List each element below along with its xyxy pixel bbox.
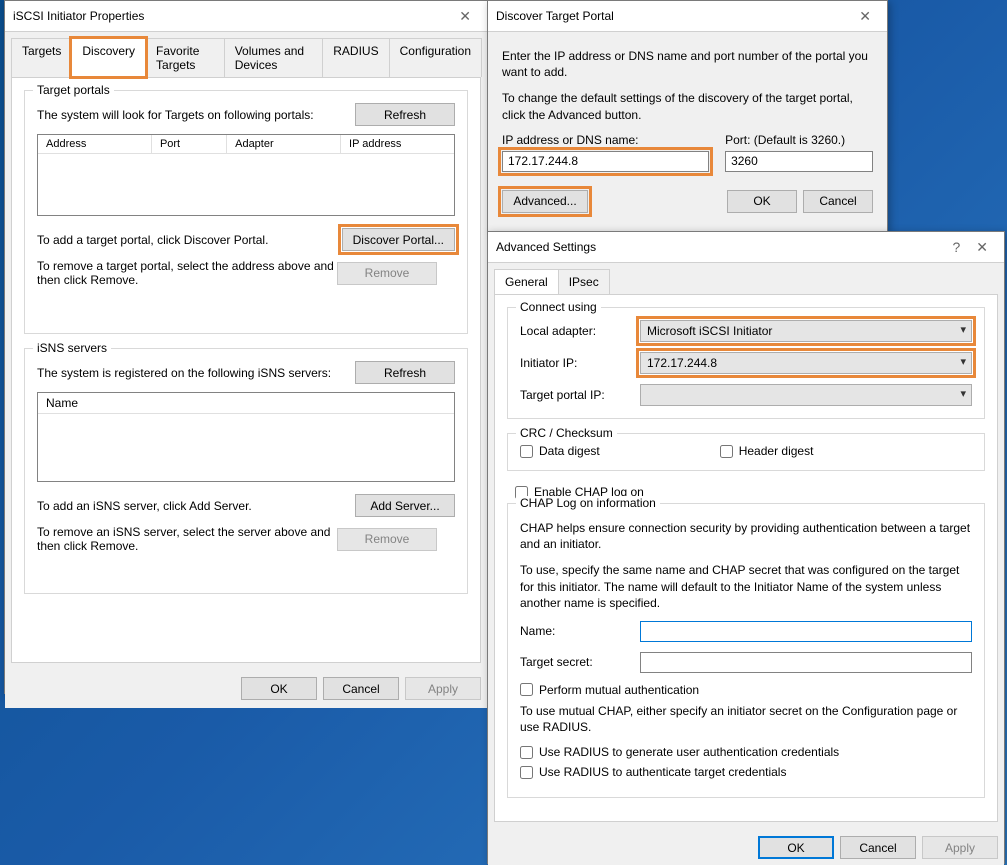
intro-text-1: Enter the IP address or DNS name and por… <box>502 48 873 80</box>
remove-portal-text: To remove a target portal, select the ad… <box>37 259 337 287</box>
advanced-button[interactable]: Advanced... <box>502 190 588 213</box>
port-input[interactable] <box>725 151 873 172</box>
target-secret-label: Target secret: <box>520 655 640 669</box>
group-legend: Connect using <box>516 300 601 314</box>
header-digest-checkbox[interactable]: Header digest <box>720 444 814 458</box>
target-portal-ip-select <box>640 384 972 406</box>
ok-button[interactable]: OK <box>758 836 834 859</box>
dialog-buttons: OK Cancel Apply <box>5 669 487 708</box>
apply-button: Apply <box>922 836 998 859</box>
tab-bar: General IPsec <box>488 263 1004 294</box>
remove-portal-button: Remove <box>337 262 437 285</box>
chap-text-2: To use, specify the same name and CHAP s… <box>520 562 972 611</box>
chap-text-1: CHAP helps ensure connection security by… <box>520 520 972 552</box>
initiator-ip-label: Initiator IP: <box>520 356 640 370</box>
col-name: Name <box>38 393 455 413</box>
col-adapter: Adapter <box>227 135 341 153</box>
target-portals-list[interactable]: Address Port Adapter IP address <box>37 134 455 216</box>
intro-text-2: To change the default settings of the di… <box>502 90 873 122</box>
ip-address-input[interactable] <box>502 151 709 172</box>
window-title: Advanced Settings <box>496 240 944 254</box>
ok-button[interactable]: OK <box>241 677 317 700</box>
group-legend: Target portals <box>33 83 114 97</box>
col-address: Address <box>38 135 152 153</box>
ok-button[interactable]: OK <box>727 190 797 213</box>
remove-isns-text: To remove an iSNS server, select the ser… <box>37 525 337 553</box>
dialog-buttons: OK Cancel Apply <box>488 828 1004 865</box>
group-legend: CHAP Log on information <box>516 496 660 510</box>
titlebar: iSCSI Initiator Properties ✕ <box>5 1 487 32</box>
close-icon[interactable]: ✕ <box>968 239 996 256</box>
mutual-text: To use mutual CHAP, either specify an in… <box>520 703 972 735</box>
group-legend: iSNS servers <box>33 341 111 355</box>
cancel-button[interactable]: Cancel <box>840 836 916 859</box>
tab-targets[interactable]: Targets <box>11 38 72 77</box>
target-portal-ip-label: Target portal IP: <box>520 388 640 402</box>
tab-favorite-targets[interactable]: Favorite Targets <box>145 38 225 77</box>
local-adapter-select[interactable]: Microsoft iSCSI Initiator <box>640 320 972 342</box>
tab-general[interactable]: General <box>494 269 559 294</box>
add-server-button[interactable]: Add Server... <box>355 494 455 517</box>
list-header: Address Port Adapter IP address <box>38 135 454 154</box>
titlebar: Discover Target Portal ✕ <box>488 1 887 32</box>
cancel-button[interactable]: Cancel <box>323 677 399 700</box>
tab-volumes-devices[interactable]: Volumes and Devices <box>224 38 324 77</box>
advanced-settings-window: Advanced Settings ? ✕ General IPsec Conn… <box>487 231 1005 864</box>
local-adapter-label: Local adapter: <box>520 324 640 338</box>
crc-group: CRC / Checksum Data digest Header digest <box>507 433 985 471</box>
tab-ipsec[interactable]: IPsec <box>558 269 610 294</box>
connect-using-group: Connect using Local adapter: Microsoft i… <box>507 307 985 419</box>
window-title: iSCSI Initiator Properties <box>13 9 451 23</box>
target-portals-group: Target portals The system will look for … <box>24 90 468 334</box>
group-legend: CRC / Checksum <box>516 426 617 440</box>
remove-isns-button: Remove <box>337 528 437 551</box>
discover-portal-window: Discover Target Portal ✕ Enter the IP ad… <box>487 0 888 232</box>
cancel-button[interactable]: Cancel <box>803 190 873 213</box>
isns-list[interactable]: Name <box>37 392 455 482</box>
tab-radius[interactable]: RADIUS <box>322 38 389 77</box>
add-isns-text: To add an iSNS server, click Add Server. <box>37 499 355 513</box>
close-icon[interactable]: ✕ <box>851 8 879 25</box>
chap-name-label: Name: <box>520 624 640 638</box>
ip-label: IP address or DNS name: <box>502 133 709 147</box>
mutual-auth-checkbox[interactable]: Perform mutual authentication <box>520 683 972 697</box>
initiator-ip-select[interactable]: 172.17.244.8 <box>640 352 972 374</box>
radius-auth-checkbox[interactable]: Use RADIUS to authenticate target creden… <box>520 765 972 779</box>
tab-configuration[interactable]: Configuration <box>389 38 482 77</box>
tab-bar: Targets Discovery Favorite Targets Volum… <box>5 32 487 77</box>
titlebar: Advanced Settings ? ✕ <box>488 232 1004 263</box>
col-ip: IP address <box>341 135 454 153</box>
tab-discovery[interactable]: Discovery <box>71 38 146 77</box>
close-icon[interactable]: ✕ <box>451 8 479 25</box>
chap-group: CHAP Log on information CHAP helps ensur… <box>507 503 985 798</box>
isns-refresh-button[interactable]: Refresh <box>355 361 455 384</box>
discover-portal-button[interactable]: Discover Portal... <box>342 228 455 251</box>
port-label: Port: (Default is 3260.) <box>725 133 873 147</box>
window-title: Discover Target Portal <box>496 9 851 23</box>
apply-button: Apply <box>405 677 481 700</box>
registered-text: The system is registered on the followin… <box>37 366 355 380</box>
data-digest-checkbox[interactable]: Data digest <box>520 444 600 458</box>
iscsi-properties-window: iSCSI Initiator Properties ✕ Targets Dis… <box>4 0 488 694</box>
refresh-button[interactable]: Refresh <box>355 103 455 126</box>
help-icon[interactable]: ? <box>944 239 968 255</box>
target-secret-input[interactable] <box>640 652 972 673</box>
col-port: Port <box>152 135 227 153</box>
add-portal-text: To add a target portal, click Discover P… <box>37 233 342 247</box>
radius-generate-checkbox[interactable]: Use RADIUS to generate user authenticati… <box>520 745 972 759</box>
isns-servers-group: iSNS servers The system is registered on… <box>24 348 468 594</box>
lookfor-text: The system will look for Targets on foll… <box>37 108 355 122</box>
chap-name-input[interactable] <box>640 621 972 642</box>
